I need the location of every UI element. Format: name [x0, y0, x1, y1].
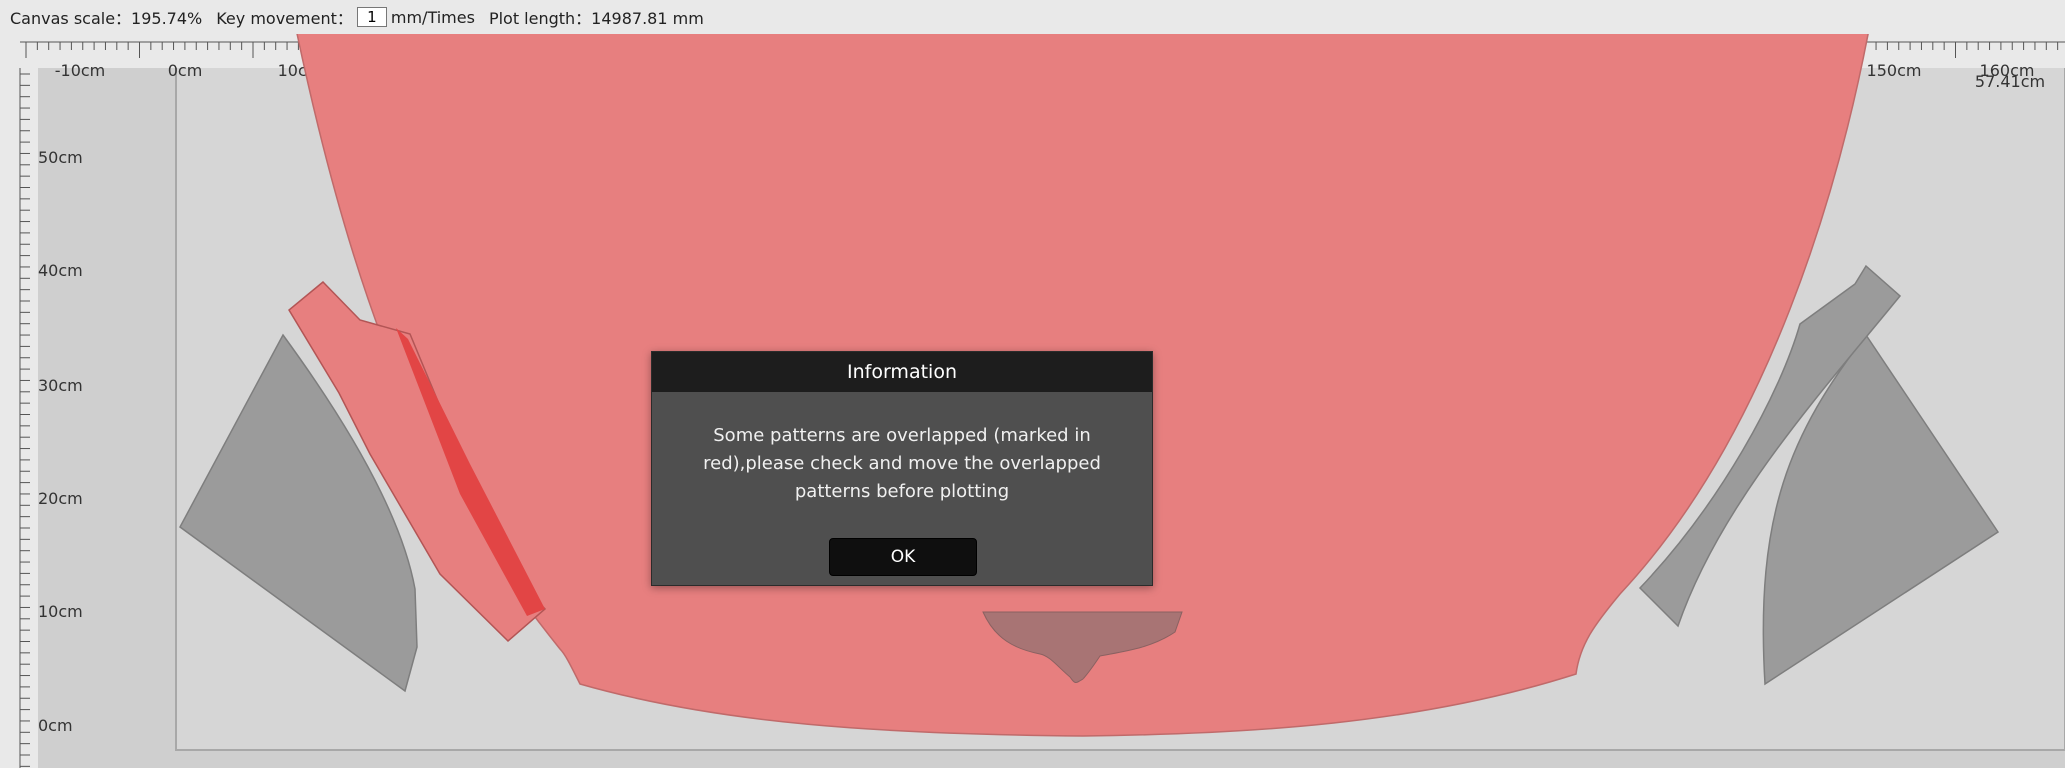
ruler-label-x: 150cm — [1867, 61, 1922, 80]
toolbar: Canvas scale：195.74% Key movement： mm/Ti… — [0, 0, 2065, 34]
ruler-label-y: 10cm — [38, 602, 83, 621]
information-dialog[interactable]: Information Some patterns are overlapped… — [651, 351, 1153, 586]
canvas-scale-label: Canvas scale：195.74% — [10, 9, 203, 28]
corner-readout: 57.41cm — [1975, 72, 2045, 91]
key-movement-unit: mm/Times — [390, 7, 475, 27]
key-movement-label: Key movement： — [216, 9, 353, 28]
ruler-labels-y: 50cm 40cm 30cm 20cm 10cm 0cm — [38, 148, 83, 735]
vertical-ruler — [0, 68, 38, 768]
dialog-message: Some patterns are overlapped (marked in … — [703, 425, 1101, 502]
ruler-label-x: 0cm — [168, 61, 203, 80]
ruler-label-x: -10cm — [55, 61, 106, 80]
plot-length-label: Plot length：14987.81 mm — [488, 9, 704, 28]
workspace[interactable]: -10cm 0cm 10cm 20cm 30cm 40cm 50cm 60cm … — [0, 34, 2065, 768]
key-movement-group: Key movement： mm/Times — [216, 5, 475, 29]
key-movement-input[interactable] — [356, 7, 387, 27]
ruler-label-y: 30cm — [38, 376, 83, 395]
ok-button[interactable]: OK — [829, 538, 977, 576]
ruler-label-y: 50cm — [38, 148, 83, 167]
ruler-label-y: 0cm — [38, 716, 73, 735]
dialog-title: Information — [652, 352, 1152, 392]
ruler-label-y: 40cm — [38, 261, 83, 280]
ruler-label-y: 20cm — [38, 489, 83, 508]
